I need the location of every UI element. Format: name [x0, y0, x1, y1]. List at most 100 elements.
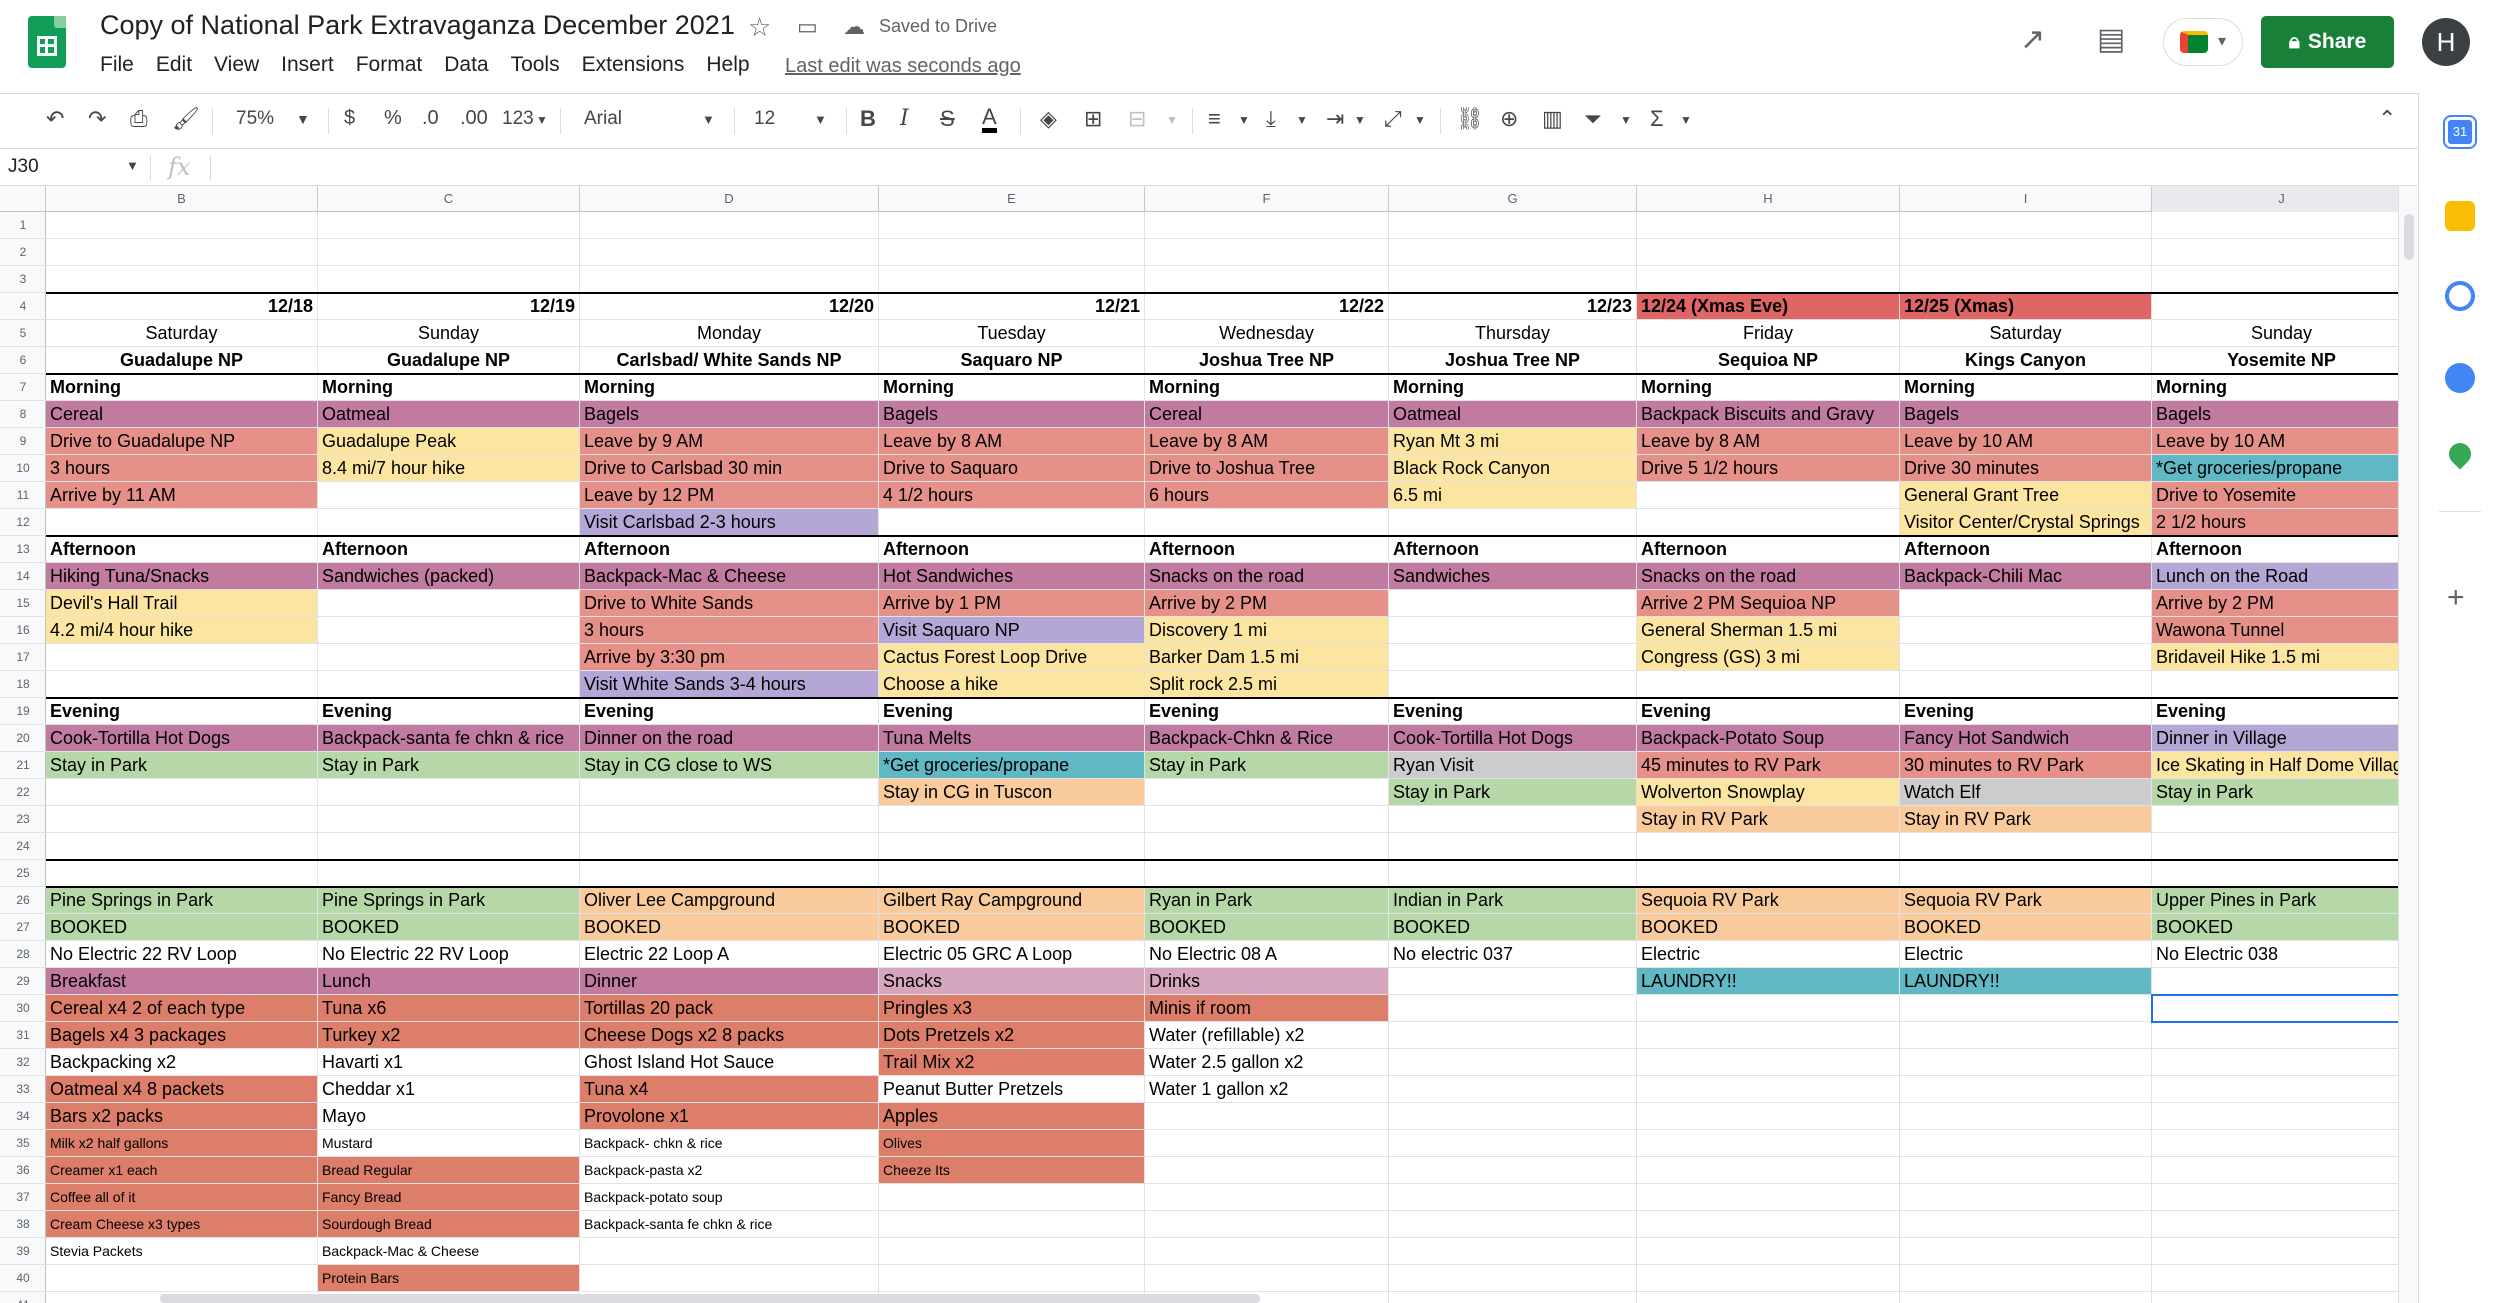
- cell-e13[interactable]: Afternoon: [879, 536, 1145, 563]
- cell-c39[interactable]: Backpack-Mac & Cheese: [318, 1238, 580, 1265]
- cell-f37[interactable]: [1145, 1184, 1389, 1211]
- cell-j1[interactable]: [2152, 212, 2398, 239]
- cell-c34[interactable]: Mayo: [318, 1103, 580, 1130]
- cell-h10[interactable]: Drive 5 1/2 hours: [1637, 455, 1900, 482]
- cell-c5[interactable]: Sunday: [318, 320, 580, 347]
- cell-d12[interactable]: Visit Carlsbad 2-3 hours: [580, 509, 879, 536]
- column-header-f[interactable]: F: [1145, 186, 1389, 212]
- cell-h16[interactable]: General Sherman 1.5 mi: [1637, 617, 1900, 644]
- cell-c8[interactable]: Oatmeal: [318, 401, 580, 428]
- cell-g13[interactable]: Afternoon: [1389, 536, 1637, 563]
- cell-h35[interactable]: [1637, 1130, 1900, 1157]
- strikethrough-button[interactable]: S: [940, 106, 955, 132]
- undo-icon[interactable]: ↶: [46, 106, 64, 132]
- column-header-c[interactable]: C: [318, 186, 580, 212]
- row-header-25[interactable]: 25: [0, 860, 46, 887]
- cell-f20[interactable]: Backpack-Chkn & Rice: [1145, 725, 1389, 752]
- row-header-10[interactable]: 10: [0, 455, 46, 482]
- cell-e40[interactable]: [879, 1265, 1145, 1292]
- cell-h32[interactable]: [1637, 1049, 1900, 1076]
- cell-b22[interactable]: [46, 779, 318, 806]
- redo-icon[interactable]: ↷: [88, 106, 106, 132]
- cell-d33[interactable]: Tuna x4: [580, 1076, 879, 1103]
- cell-i18[interactable]: [1900, 671, 2152, 698]
- cell-f38[interactable]: [1145, 1211, 1389, 1238]
- cell-g12[interactable]: [1389, 509, 1637, 536]
- cell-d22[interactable]: [580, 779, 879, 806]
- row-header-3[interactable]: 3: [0, 266, 46, 293]
- cell-g34[interactable]: [1389, 1103, 1637, 1130]
- cell-d13[interactable]: Afternoon: [580, 536, 879, 563]
- cell-g32[interactable]: [1389, 1049, 1637, 1076]
- cell-i7[interactable]: Morning: [1900, 374, 2152, 401]
- cell-b34[interactable]: Bars x2 packs: [46, 1103, 318, 1130]
- cell-i12[interactable]: Visitor Center/Crystal Springs: [1900, 509, 2152, 536]
- row-header-36[interactable]: 36: [0, 1157, 46, 1184]
- cell-g22[interactable]: Stay in Park: [1389, 779, 1637, 806]
- cell-i28[interactable]: Electric: [1900, 941, 2152, 968]
- cell-b39[interactable]: Stevia Packets: [46, 1238, 318, 1265]
- cell-j12[interactable]: 2 1/2 hours: [2152, 509, 2398, 536]
- increase-decimal-button[interactable]: .00: [460, 107, 488, 130]
- vertical-align-icon[interactable]: ⤓: [1266, 106, 1276, 132]
- row-header-20[interactable]: 20: [0, 725, 46, 752]
- cell-h17[interactable]: Congress (GS) 3 mi: [1637, 644, 1900, 671]
- contacts-icon[interactable]: [2445, 363, 2475, 393]
- text-color-button[interactable]: A: [982, 106, 997, 133]
- column-header-d[interactable]: D: [580, 186, 879, 212]
- row-header-5[interactable]: 5: [0, 320, 46, 347]
- star-icon[interactable]: ☆: [748, 12, 771, 43]
- cell-c38[interactable]: Sourdough Bread: [318, 1211, 580, 1238]
- chevron-down-icon[interactable]: ▼: [1620, 113, 1632, 127]
- cell-g19[interactable]: Evening: [1389, 698, 1637, 725]
- cell-e15[interactable]: Arrive by 1 PM: [879, 590, 1145, 617]
- cell-d37[interactable]: Backpack-potato soup: [580, 1184, 879, 1211]
- cell-j29[interactable]: [2152, 968, 2398, 995]
- cell-j40[interactable]: [2152, 1265, 2398, 1292]
- row-header-9[interactable]: 9: [0, 428, 46, 455]
- text-rotation-icon[interactable]: ⤢: [1384, 106, 1402, 132]
- cell-j6[interactable]: Yosemite NP: [2152, 347, 2398, 374]
- menu-insert[interactable]: Insert: [270, 53, 345, 81]
- cell-e17[interactable]: Cactus Forest Loop Drive: [879, 644, 1145, 671]
- row-header-16[interactable]: 16: [0, 617, 46, 644]
- cell-b29[interactable]: Breakfast: [46, 968, 318, 995]
- text-wrapping-icon[interactable]: ⇥: [1326, 106, 1344, 132]
- cell-h14[interactable]: Snacks on the road: [1637, 563, 1900, 590]
- cell-f31[interactable]: Water (refillable) x2: [1145, 1022, 1389, 1049]
- cell-d7[interactable]: Morning: [580, 374, 879, 401]
- cell-f19[interactable]: Evening: [1145, 698, 1389, 725]
- cell-f8[interactable]: Cereal: [1145, 401, 1389, 428]
- cell-h9[interactable]: Leave by 8 AM: [1637, 428, 1900, 455]
- cell-b25[interactable]: [46, 860, 318, 887]
- cell-f6[interactable]: Joshua Tree NP: [1145, 347, 1389, 374]
- cell-b40[interactable]: [46, 1265, 318, 1292]
- merge-cells-icon[interactable]: ⊟: [1128, 106, 1146, 132]
- cell-d40[interactable]: [580, 1265, 879, 1292]
- cell-d26[interactable]: Oliver Lee Campground: [580, 887, 879, 914]
- cell-h21[interactable]: 45 minutes to RV Park: [1637, 752, 1900, 779]
- column-header-i[interactable]: I: [1900, 186, 2152, 212]
- cell-d2[interactable]: [580, 239, 879, 266]
- cell-g10[interactable]: Black Rock Canyon: [1389, 455, 1637, 482]
- spreadsheet-grid[interactable]: BCDEFGHIJ 1 2 3 4 5 6 7 8 9 10 11 12 13 14 15 16 17 18 19 2…: [0, 186, 2398, 1303]
- cell-f2[interactable]: [1145, 239, 1389, 266]
- cell-i33[interactable]: [1900, 1076, 2152, 1103]
- horizontal-scrollbar[interactable]: [160, 1294, 1260, 1303]
- cell-i11[interactable]: General Grant Tree: [1900, 482, 2152, 509]
- cell-f12[interactable]: [1145, 509, 1389, 536]
- cell-f34[interactable]: [1145, 1103, 1389, 1130]
- cell-h19[interactable]: Evening: [1637, 698, 1900, 725]
- last-edit-link[interactable]: Last edit was seconds ago: [785, 55, 1021, 78]
- cell-i15[interactable]: [1900, 590, 2152, 617]
- cell-i27[interactable]: BOOKED: [1900, 914, 2152, 941]
- cell-b27[interactable]: BOOKED: [46, 914, 318, 941]
- cell-f40[interactable]: [1145, 1265, 1389, 1292]
- row-header-2[interactable]: 2: [0, 239, 46, 266]
- cell-b28[interactable]: No Electric 22 RV Loop: [46, 941, 318, 968]
- cell-h38[interactable]: [1637, 1211, 1900, 1238]
- cell-f33[interactable]: Water 1 gallon x2: [1145, 1076, 1389, 1103]
- cell-f24[interactable]: [1145, 833, 1389, 860]
- cell-h5[interactable]: Friday: [1637, 320, 1900, 347]
- cell-c12[interactable]: [318, 509, 580, 536]
